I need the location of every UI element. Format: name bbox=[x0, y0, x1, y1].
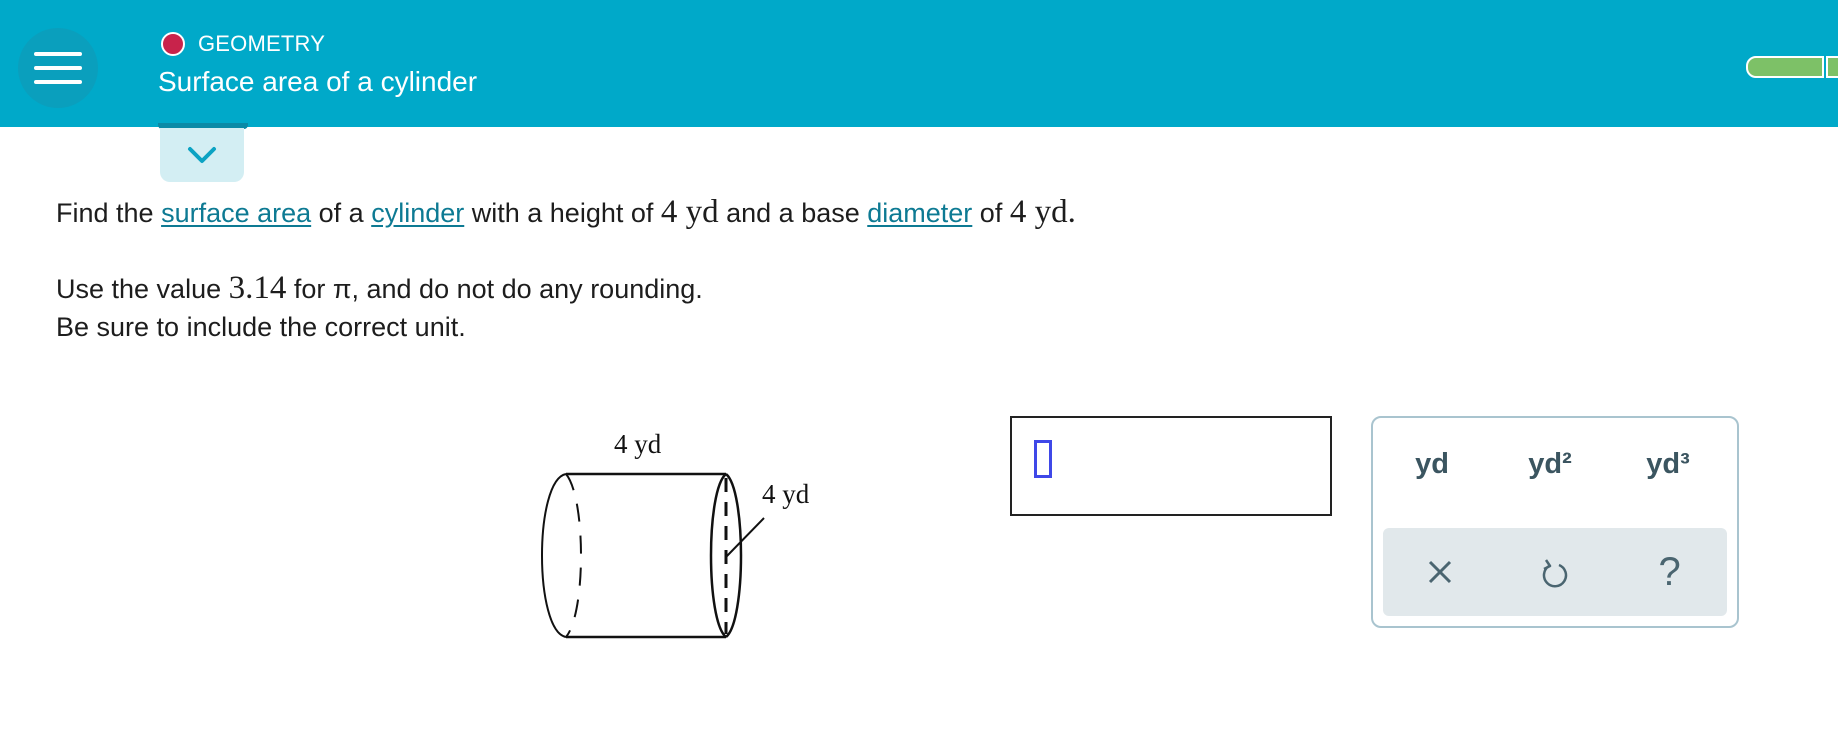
undo-icon bbox=[1542, 559, 1568, 588]
undo-button[interactable] bbox=[1498, 528, 1613, 616]
collapse-button[interactable] bbox=[160, 128, 244, 182]
label-leader-line bbox=[725, 517, 765, 558]
question-text: of bbox=[972, 198, 1010, 228]
question-text: for π, and do not do any rounding. bbox=[286, 274, 703, 304]
right-end-front bbox=[709, 473, 727, 638]
tool-row: ? bbox=[1383, 528, 1727, 616]
progress-segment bbox=[1746, 56, 1824, 78]
input-cursor bbox=[1034, 440, 1052, 478]
side-dimension-label: 4 yd bbox=[762, 479, 810, 509]
page-title: Surface area of a cylinder bbox=[158, 66, 478, 97]
question-text: with a height of bbox=[464, 198, 661, 228]
link-diameter[interactable]: diameter bbox=[867, 198, 972, 228]
unit-yd-button[interactable]: yd bbox=[1373, 448, 1491, 481]
diameter-value: 4 yd bbox=[1009, 194, 1068, 230]
menu-icon-line bbox=[34, 80, 82, 84]
height-value: 4 yd bbox=[660, 194, 719, 230]
left-end-hidden bbox=[565, 473, 582, 638]
unit-keypad: yd yd² yd³ ? bbox=[1371, 416, 1739, 628]
progress-indicator bbox=[1746, 56, 1838, 78]
question-line-3: Be sure to include the correct unit. bbox=[56, 312, 466, 342]
unit-yd-squared-button[interactable]: yd² bbox=[1491, 448, 1609, 481]
menu-icon-line bbox=[34, 52, 82, 56]
link-cylinder[interactable]: cylinder bbox=[371, 198, 464, 228]
link-surface-area[interactable]: surface area bbox=[161, 198, 311, 228]
help-button[interactable]: ? bbox=[1612, 528, 1727, 616]
question-line-2: Use the value 3.14 for π, and do not do … bbox=[56, 270, 703, 307]
question-text: of a bbox=[311, 198, 372, 228]
unit-yd-cubed-button[interactable]: yd³ bbox=[1609, 448, 1727, 481]
progress-segment bbox=[1826, 56, 1838, 78]
question-line-1: Find the surface area of a cylinder with… bbox=[56, 194, 1076, 231]
help-icon: ? bbox=[1658, 549, 1681, 594]
left-end-outline bbox=[541, 473, 567, 638]
pi-value: 3.14 bbox=[228, 270, 287, 306]
cylinder-figure: 4 yd 4 yd bbox=[541, 429, 810, 639]
unit-row: yd yd² yd³ bbox=[1373, 448, 1737, 481]
top-dimension-label: 4 yd bbox=[614, 429, 662, 459]
answer-input[interactable] bbox=[1010, 416, 1332, 516]
clear-button[interactable] bbox=[1383, 528, 1498, 616]
clear-icon bbox=[1429, 560, 1452, 584]
menu-button[interactable] bbox=[18, 28, 98, 108]
header-bar: GEOMETRY Surface area of a cylinder bbox=[0, 0, 1838, 127]
question-text: . bbox=[1067, 194, 1076, 230]
question-text: Use the value bbox=[56, 274, 229, 304]
question-text: and a base bbox=[718, 198, 868, 228]
topic-status-dot bbox=[161, 32, 185, 56]
menu-icon-line bbox=[34, 66, 82, 70]
chevron-down-icon bbox=[188, 147, 216, 163]
question-text: Find the bbox=[56, 198, 162, 228]
topic-label: GEOMETRY bbox=[198, 31, 326, 56]
